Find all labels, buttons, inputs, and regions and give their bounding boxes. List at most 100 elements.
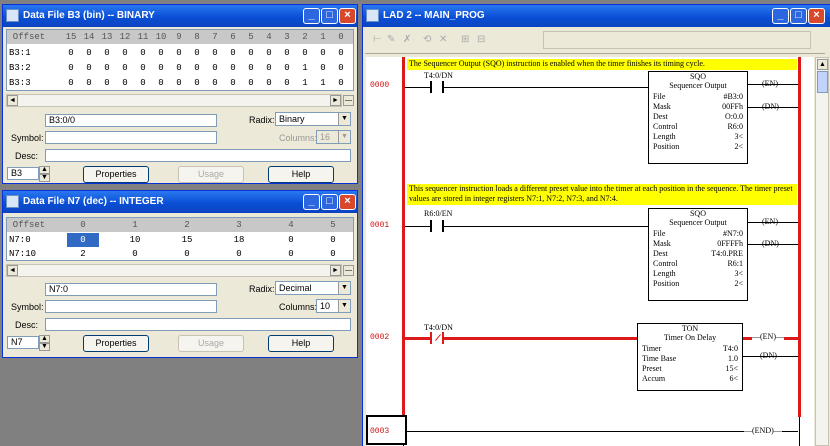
insert-rung-icon[interactable]: ⊢ <box>373 34 382 45</box>
sqo-instruction-block[interactable]: SQO Sequencer Output File #N7:0 Mask 0FFFFh… <box>648 208 748 301</box>
value-cell[interactable]: 2 <box>67 247 99 260</box>
scroll-right-icon[interactable]: ► <box>330 265 341 276</box>
bit-cell[interactable]: 0 <box>135 76 151 90</box>
value-cell[interactable]: 18 <box>223 233 255 247</box>
bit-cell[interactable]: 1 <box>297 76 313 90</box>
bit-cell[interactable]: 0 <box>63 76 79 90</box>
parameter-value[interactable]: 2< <box>734 279 743 288</box>
bit-cell[interactable]: 0 <box>207 46 223 60</box>
value-cell[interactable]: 0 <box>171 247 203 260</box>
value-cell[interactable]: 0 <box>223 247 255 260</box>
scroll-right-icon[interactable]: ► <box>330 95 341 106</box>
toolbar-address-box[interactable] <box>543 31 811 49</box>
dropdown-icon[interactable]: ▼ <box>338 113 350 125</box>
dn-coil[interactable]: —(DN)— <box>754 239 787 248</box>
table-row[interactable]: B3:2 0 0 0 0 0 0 0 0 0 0 0 0 0 1 0 0 <box>7 61 353 75</box>
value-cell[interactable]: 0 <box>275 247 307 260</box>
close-button[interactable]: × <box>339 8 356 24</box>
b3-horizontal-scrollbar[interactable]: ◄ ► <box>6 94 342 107</box>
bit-cell[interactable]: 0 <box>81 61 97 75</box>
xic-contact[interactable] <box>430 81 444 93</box>
table-row[interactable]: B3:1 0 0 0 0 0 0 0 0 0 0 0 0 0 0 0 0 <box>7 46 353 60</box>
rung-number[interactable]: 0002 <box>370 333 389 342</box>
scroll-thumb[interactable] <box>817 71 828 93</box>
maximize-button[interactable]: □ <box>321 8 338 24</box>
bit-cell[interactable]: 0 <box>153 61 169 75</box>
bit-cell[interactable]: 0 <box>117 61 133 75</box>
split-button[interactable]: — <box>343 265 354 276</box>
parameter-value[interactable]: 1.0 <box>728 354 738 363</box>
parameter-value[interactable]: #B3:0 <box>723 92 743 101</box>
rung-comment[interactable]: The Sequencer Output (SQO) instruction i… <box>407 59 797 70</box>
bit-cell[interactable]: 0 <box>189 61 205 75</box>
rung-number[interactable]: 0001 <box>370 221 389 230</box>
bit-cell[interactable]: 0 <box>243 61 259 75</box>
value-cell[interactable]: 0 <box>275 233 307 247</box>
bit-cell[interactable]: 0 <box>207 61 223 75</box>
file-spin-down-icon[interactable]: ▼ <box>39 174 50 182</box>
n7-symbol-field[interactable] <box>45 300 217 313</box>
close-button[interactable]: × <box>808 8 825 24</box>
cancel-edits-icon[interactable]: ✕ <box>439 34 447 45</box>
parameter-value[interactable]: #N7:0 <box>723 229 743 238</box>
b3-desc-field[interactable] <box>45 149 351 162</box>
bit-cell[interactable]: 0 <box>189 46 205 60</box>
n7-desc-field[interactable] <box>45 318 351 331</box>
en-coil[interactable]: —(EN)— <box>754 217 786 226</box>
parameter-value[interactable]: R6:0 <box>727 122 743 131</box>
bit-cell[interactable]: 0 <box>261 61 277 75</box>
bit-cell[interactable]: 0 <box>315 61 331 75</box>
parameter-value[interactable]: T4:0 <box>723 344 738 353</box>
bit-cell[interactable]: 0 <box>171 46 187 60</box>
bit-cell[interactable]: 0 <box>63 46 79 60</box>
bit-cell[interactable]: 0 <box>333 46 349 60</box>
minimize-button[interactable]: _ <box>303 194 320 210</box>
n7-horizontal-scrollbar[interactable]: ◄ ► <box>6 264 342 277</box>
bit-cell[interactable]: 0 <box>225 76 241 90</box>
scroll-left-icon[interactable]: ◄ <box>7 95 18 106</box>
b3-properties-button[interactable]: Properties <box>83 166 149 183</box>
dn-coil[interactable]: —(DN)— <box>754 102 787 111</box>
dropdown-icon[interactable]: ▼ <box>338 300 350 312</box>
bit-cell[interactable]: 0 <box>117 76 133 90</box>
bit-cell[interactable]: 1 <box>297 61 313 75</box>
table-row[interactable]: B3:3 0 0 0 0 0 0 0 0 0 0 0 0 0 1 1 0 <box>7 76 353 90</box>
bit-cell[interactable]: 0 <box>135 61 151 75</box>
value-cell[interactable]: 0 <box>119 247 151 260</box>
value-cell[interactable]: 0 <box>317 247 349 260</box>
parameter-value[interactable]: 3< <box>734 269 743 278</box>
bit-cell[interactable]: 0 <box>225 61 241 75</box>
ton-instruction-block[interactable]: TON Timer On Delay Timer T4:0 Time Base 1.0… <box>637 323 743 391</box>
minimize-button[interactable]: _ <box>303 8 320 24</box>
dropdown-icon[interactable]: ▼ <box>338 282 350 294</box>
b3-symbol-field[interactable] <box>45 131 217 144</box>
bit-cell[interactable]: 0 <box>171 76 187 90</box>
ladder-title-bar[interactable]: LAD 2 -- MAIN_PROG <box>363 5 830 27</box>
bit-cell[interactable]: 0 <box>189 76 205 90</box>
b3-radix-select[interactable]: Binary ▼ <box>275 112 351 126</box>
bit-cell[interactable]: 0 <box>315 46 331 60</box>
en-coil[interactable]: —(EN)— <box>752 332 785 341</box>
n7-address-field[interactable]: N7:0 <box>45 283 217 296</box>
assemble-edits-icon[interactable]: ⊟ <box>477 34 485 45</box>
parameter-value[interactable]: 6< <box>729 374 738 383</box>
parameter-value[interactable]: T4:0.PRE <box>711 249 743 258</box>
bit-cell[interactable]: 0 <box>333 76 349 90</box>
bit-cell[interactable]: 0 <box>135 46 151 60</box>
bit-cell[interactable]: 0 <box>153 76 169 90</box>
value-cell[interactable]: 0 <box>317 233 349 247</box>
bit-cell[interactable]: 0 <box>225 46 241 60</box>
b3-help-button[interactable]: Help <box>268 166 334 183</box>
maximize-button[interactable]: □ <box>790 8 807 24</box>
bit-cell[interactable]: 0 <box>261 76 277 90</box>
bit-cell[interactable]: 0 <box>279 46 295 60</box>
dn-coil[interactable]: —(DN)— <box>752 351 785 360</box>
parameter-value[interactable]: 2< <box>734 142 743 151</box>
bit-cell[interactable]: 0 <box>153 46 169 60</box>
value-cell[interactable]: 15 <box>171 233 203 247</box>
edit-rung-icon[interactable]: ✎ <box>387 34 395 45</box>
parameter-value[interactable]: O:0.0 <box>725 112 743 121</box>
bit-cell[interactable]: 0 <box>99 46 115 60</box>
parameter-value[interactable]: 3< <box>734 132 743 141</box>
parameter-value[interactable]: 00FFh <box>722 102 743 111</box>
